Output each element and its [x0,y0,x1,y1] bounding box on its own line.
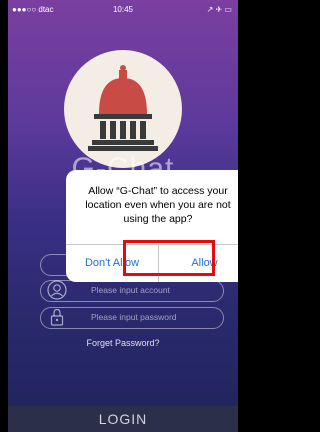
login-button[interactable]: LOGIN [8,406,238,432]
status-icons: ↗ ✈ ▭ [206,5,232,14]
user-icon [47,280,67,300]
building-icon [88,65,158,151]
clock-label: 10:45 [112,5,134,14]
account-field[interactable]: Please input account [40,280,224,302]
forget-password-link[interactable]: Forget Password? [8,338,238,348]
dialog-message: Allow “G-Chat” to access your location e… [85,185,231,225]
lock-icon [50,308,64,326]
app-logo [64,50,182,168]
hidden-field-edge [40,254,67,276]
phone-screen: ●●●○○ dtac 10:45 ↗ ✈ ▭ G-Chat Please inp… [8,0,238,432]
status-bar: ●●●○○ dtac 10:45 ↗ ✈ ▭ [8,0,238,20]
password-placeholder: Please input password [91,312,177,322]
allow-highlight-box [123,240,215,276]
password-field[interactable]: Please input password [40,307,224,329]
account-placeholder: Please input account [91,285,170,295]
